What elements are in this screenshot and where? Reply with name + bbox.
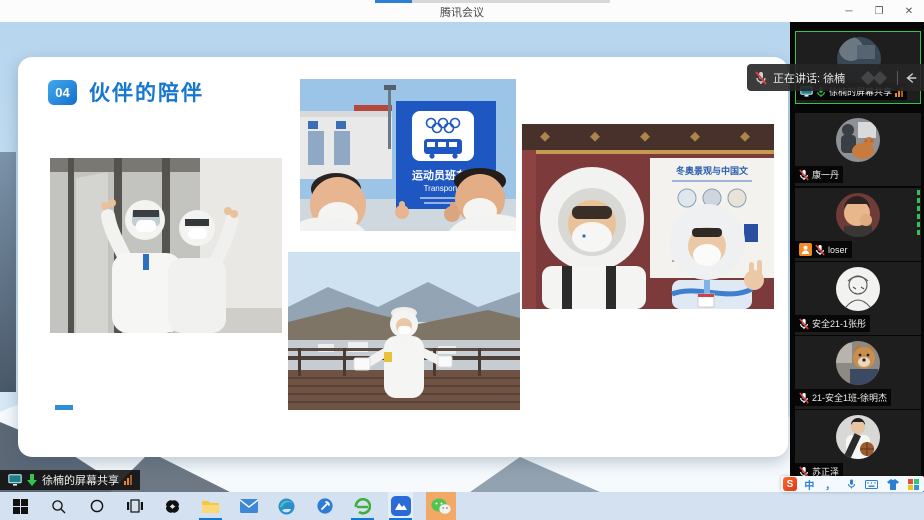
participant-tile-xumingjie[interactable]: 21-安全1班-徐明杰 <box>795 336 921 409</box>
participant-tile-loser[interactable]: loser <box>795 188 921 261</box>
browser-360-icon[interactable] <box>350 492 375 520</box>
sogou-logo-icon[interactable]: S <box>783 477 797 491</box>
minimize-button[interactable]: ─ <box>834 0 864 22</box>
photo-transport-mall-selfie: 运动员班车站 Transport M <box>300 79 516 231</box>
participants-sidebar: 徐楠的屏幕共享 <box>790 22 924 492</box>
mic-muted-icon <box>799 318 809 330</box>
participant-tile-suzhengze[interactable]: 苏正泽 <box>795 410 921 483</box>
share-badge-text: 徐楠的屏幕共享 <box>42 472 119 488</box>
photo-protective-suits <box>50 158 282 333</box>
participant-name: loser <box>828 245 848 255</box>
mail-icon[interactable] <box>236 492 261 520</box>
slide-page-marker <box>55 405 73 410</box>
title-bar: 腾讯会议 <box>0 0 924 22</box>
skin-shirt-icon[interactable] <box>882 479 903 490</box>
sogou-input-bar: S 中 ， <box>781 476 924 492</box>
speaking-text: 正在讲话: 徐楠 <box>773 70 845 86</box>
mic-muted-icon <box>799 392 809 404</box>
avatar-person-with-cat <box>836 118 880 162</box>
svg-text:冬奥景观与中国文: 冬奥景观与中国文 <box>676 165 749 176</box>
presentation-slide: 04 伙伴的陪伴 <box>18 57 788 457</box>
task-view-icon[interactable] <box>122 492 147 520</box>
app-window: 腾讯会议 ─ ❐ ✕ 04 伙伴的陪伴 <box>0 0 924 520</box>
top-edge-gray-strip <box>412 0 610 3</box>
monitor-icon <box>8 474 22 486</box>
mic-muted-icon <box>815 244 825 256</box>
wechat-icon[interactable] <box>426 492 456 520</box>
punctuation-toggle[interactable]: ， <box>820 477 841 492</box>
start-button[interactable] <box>8 492 33 520</box>
avatar-sketch-drawing <box>836 267 880 311</box>
cortana-icon[interactable] <box>84 492 109 520</box>
window-controls: ─ ❐ ✕ <box>834 0 924 22</box>
top-edge-blue-strip <box>375 0 412 3</box>
slide-number-badge: 04 <box>48 80 77 105</box>
file-explorer-icon[interactable] <box>198 492 223 520</box>
pinwheel-app-icon[interactable] <box>160 492 185 520</box>
input-mode-chinese[interactable]: 中 <box>799 477 820 492</box>
windows-taskbar: S 19:04 周日 2022/3/6 1 <box>0 492 924 520</box>
maximize-button[interactable]: ❐ <box>864 0 894 22</box>
close-button[interactable]: ✕ <box>894 0 924 22</box>
photo-exhibition-selfie: 冬奥景观与中国文 <box>522 124 774 309</box>
mic-muted-icon <box>799 169 809 181</box>
window-title: 腾讯会议 <box>0 4 924 20</box>
speaking-banner: 正在讲话: 徐楠 <box>747 64 924 91</box>
participant-name: 康一丹 <box>812 168 839 181</box>
tencent-meeting-icon[interactable] <box>388 492 413 520</box>
photo-bridge-volunteer <box>288 252 520 410</box>
banner-divider <box>897 71 898 85</box>
soft-keyboard-icon[interactable] <box>861 480 882 489</box>
toolbox-grid-icon[interactable] <box>903 479 924 490</box>
signal-bars-icon <box>124 475 132 485</box>
avatar-basketball-person <box>836 415 880 459</box>
participant-label: 康一丹 <box>795 166 843 183</box>
participant-label: loser <box>795 241 852 258</box>
avatar-man-face <box>836 193 880 237</box>
participant-tile-kangyidan[interactable]: 康一丹 <box>795 113 921 186</box>
participant-name: 安全21-1张彤 <box>812 317 866 330</box>
participant-label: 21-安全1班-徐明杰 <box>795 389 891 406</box>
muted-mic-icon <box>755 71 767 85</box>
participant-name: 21-安全1班-徐明杰 <box>812 391 887 404</box>
participant-tile-zhangtong[interactable]: 安全21-1张彤 <box>795 262 921 335</box>
collapse-arrow-icon[interactable] <box>904 71 918 85</box>
screen-share-badge: 徐楠的屏幕共享 <box>0 470 140 490</box>
audio-down-arrow-icon <box>27 474 37 486</box>
slide-title: 伙伴的陪伴 <box>89 77 204 107</box>
member-person-icon <box>799 243 812 256</box>
blue-tool-icon[interactable] <box>312 492 337 520</box>
search-icon[interactable] <box>46 492 71 520</box>
slide-header: 04 伙伴的陪伴 <box>48 77 204 107</box>
edge-browser-icon[interactable] <box>274 492 299 520</box>
participant-label: 安全21-1张彤 <box>795 315 870 332</box>
meeting-watermark-icon <box>861 70 891 86</box>
shared-screen-area: 04 伙伴的陪伴 <box>0 22 790 492</box>
sidebar-scrollbar[interactable] <box>917 190 920 238</box>
avatar-shiba-dog <box>836 341 880 385</box>
voice-input-icon[interactable] <box>841 478 862 490</box>
